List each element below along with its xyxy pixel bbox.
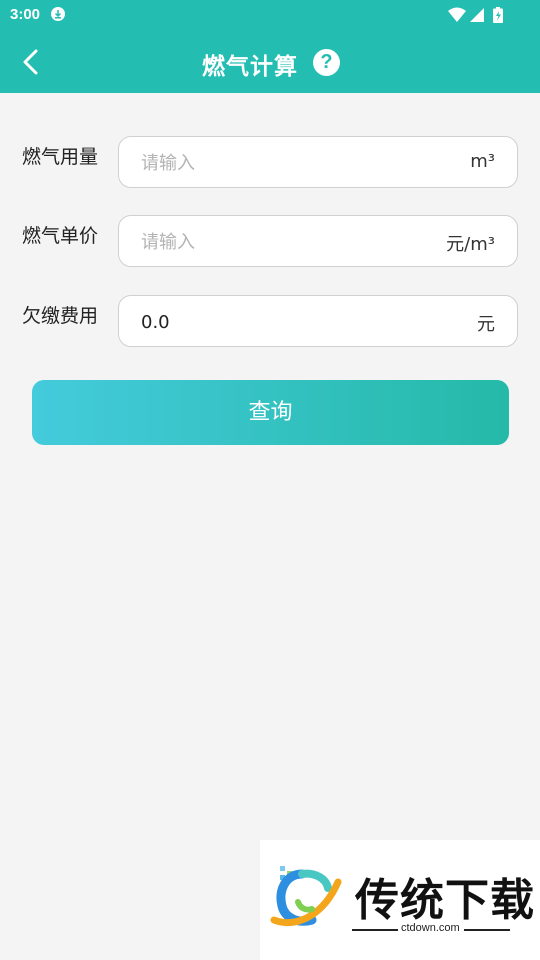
price-field[interactable]: 元/m³ [118, 215, 518, 267]
status-icons [448, 7, 503, 23]
watermark: 传统下载 ctdown.com [260, 840, 540, 960]
status-bar: 3:00 [0, 0, 540, 31]
query-button[interactable]: 查询 [32, 380, 509, 445]
battery-icon [493, 7, 503, 23]
usage-label: 燃气用量 [22, 146, 99, 168]
arrears-field[interactable]: 元 [118, 295, 518, 347]
page-title: 燃气计算 [202, 54, 298, 80]
usage-input[interactable] [141, 149, 431, 177]
watermark-divider-left [352, 929, 398, 931]
watermark-divider-right [464, 929, 510, 931]
wifi-icon [448, 7, 466, 22]
status-time: 3:00 [10, 6, 41, 23]
usage-unit: m³ [470, 151, 495, 172]
arrears-row: 欠缴费用 元 [0, 295, 540, 349]
price-label: 燃气单价 [22, 225, 99, 247]
usage-field[interactable]: m³ [118, 136, 518, 188]
watermark-logo-icon [270, 866, 342, 927]
price-row: 燃气单价 元/m³ [0, 215, 540, 269]
arrears-unit: 元 [477, 314, 495, 335]
watermark-brand: 传统下载 [355, 875, 535, 926]
watermark-domain: ctdown.com [401, 922, 460, 934]
app-bar: 燃气计算 ? [0, 31, 540, 93]
price-unit: 元/m³ [446, 234, 495, 255]
usage-row: 燃气用量 m³ [0, 136, 540, 190]
price-input[interactable] [141, 228, 431, 256]
help-button[interactable]: ? [313, 49, 340, 76]
arrears-label: 欠缴费用 [22, 305, 99, 327]
signal-icon [470, 8, 484, 22]
arrears-input[interactable] [141, 308, 431, 336]
download-icon [51, 7, 65, 21]
